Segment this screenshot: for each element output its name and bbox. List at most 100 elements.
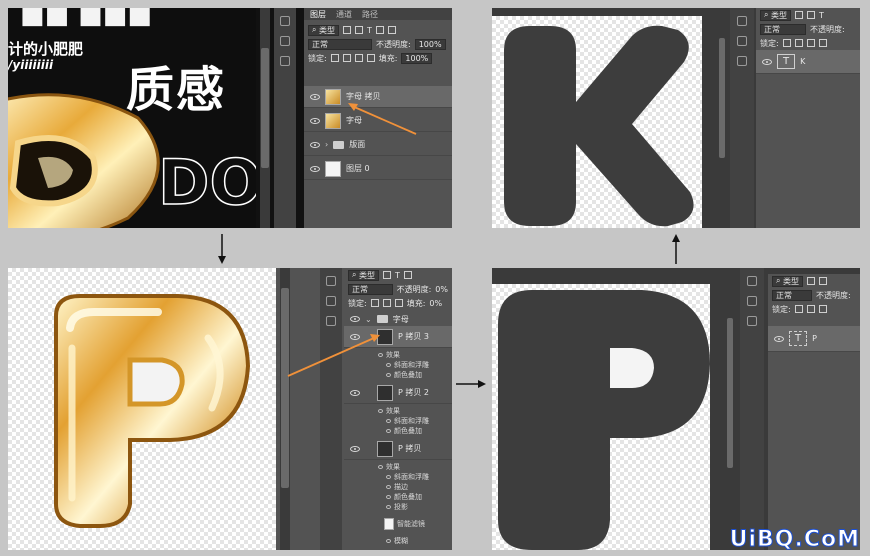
lock-transparent-icon[interactable]	[370, 299, 379, 307]
lock-all-icon[interactable]	[366, 54, 375, 62]
canvas-gold-p[interactable]	[8, 268, 276, 550]
filter-text-icon[interactable]: T	[395, 271, 400, 280]
chevron-right-icon[interactable]: ›	[325, 140, 328, 149]
layer-row[interactable]: P 拷贝 3	[344, 326, 452, 348]
tab-channels[interactable]: 通道	[336, 9, 352, 20]
lock-all-icon[interactable]	[394, 299, 403, 307]
canvas-scrollbar[interactable]	[726, 268, 734, 550]
sliders-icon[interactable]	[747, 316, 757, 326]
filter-adjust-icon[interactable]	[807, 11, 816, 19]
effect-item[interactable]: 描边	[386, 482, 408, 492]
effect-item[interactable]: 模糊	[386, 536, 408, 546]
visibility-eye-icon[interactable]	[350, 316, 360, 322]
filter-adjust-icon[interactable]	[355, 26, 364, 34]
lock-brush-icon[interactable]	[806, 305, 815, 313]
filter-pixel-icon[interactable]	[807, 277, 816, 285]
layer-row[interactable]: 图层 0	[304, 158, 452, 180]
filter-adjust-icon[interactable]	[819, 277, 828, 285]
effect-item[interactable]: 投影	[386, 502, 408, 512]
effect-item[interactable]: 斜面和浮雕	[386, 416, 429, 426]
paragraph-icon[interactable]	[280, 36, 290, 46]
filter-kind-select[interactable]: ⌕ 类型	[308, 24, 340, 36]
lock-label: 锁定:	[348, 298, 367, 308]
filter-text-icon[interactable]: T	[819, 11, 824, 20]
blend-mode-select[interactable]: 正常	[348, 283, 393, 295]
canvas-scrollbar[interactable]	[280, 268, 290, 550]
adjust-icon[interactable]	[747, 276, 757, 286]
effect-item[interactable]: 颜色叠加	[386, 492, 422, 502]
smart-filter-row[interactable]: 智能滤镜	[384, 518, 425, 530]
fill-field[interactable]: 100%	[401, 52, 433, 64]
layer-row[interactable]: › 版面	[304, 134, 452, 156]
paragraph-icon[interactable]	[326, 296, 336, 306]
blend-mode-select[interactable]: 正常	[772, 289, 812, 301]
layer-row[interactable]: T K	[756, 50, 860, 74]
opacity-field[interactable]: 0%	[435, 285, 448, 294]
layer-name: 字母	[346, 116, 362, 125]
lock-all-icon[interactable]	[818, 39, 827, 47]
blend-mode-select[interactable]: 正常	[760, 23, 806, 35]
layer-row[interactable]: 字母	[304, 110, 452, 132]
filter-pixel-icon[interactable]	[343, 26, 352, 34]
canvas-scrollbar[interactable]	[260, 8, 270, 228]
opacity-field[interactable]: 100%	[414, 38, 446, 50]
lock-brush-icon[interactable]	[342, 54, 351, 62]
group-row[interactable]: ⌄ 字母	[344, 312, 452, 326]
visibility-eye-icon[interactable]	[774, 335, 784, 342]
visibility-eye-icon[interactable]	[310, 141, 320, 148]
filter-kind-select[interactable]: ⌕ 类型	[348, 269, 380, 281]
filter-pixel-icon[interactable]	[383, 271, 392, 279]
adjust-icon[interactable]	[280, 16, 290, 26]
lock-transparent-icon[interactable]	[330, 54, 339, 62]
lock-transparent-icon[interactable]	[782, 39, 791, 47]
lock-move-icon[interactable]	[818, 305, 827, 313]
tab-layers[interactable]: 图层	[310, 9, 326, 20]
filter-pixel-icon[interactable]	[795, 11, 804, 19]
visibility-eye-icon[interactable]	[310, 93, 320, 100]
layer-row[interactable]: P 拷贝 2	[344, 382, 452, 404]
visibility-eye-icon[interactable]	[310, 117, 320, 124]
tool-strip	[274, 8, 296, 228]
filter-smart-icon[interactable]	[387, 26, 396, 34]
canvas-dark-p[interactable]	[492, 284, 710, 550]
layer-row[interactable]: P 拷贝	[344, 438, 452, 460]
layer-row[interactable]: 字母 拷贝	[304, 86, 452, 108]
paragraph-icon[interactable]	[747, 296, 757, 306]
layer-row[interactable]: T P	[768, 326, 860, 352]
lock-transparent-icon[interactable]	[794, 305, 803, 313]
effect-item[interactable]: 颜色叠加	[386, 370, 422, 380]
sliders-icon[interactable]	[326, 316, 336, 326]
effect-item[interactable]: 斜面和浮雕	[386, 360, 429, 370]
blend-mode-select[interactable]: 正常	[308, 38, 372, 50]
lock-move-icon[interactable]	[806, 39, 815, 47]
filter-shape-icon[interactable]	[375, 26, 384, 34]
lock-move-icon[interactable]	[354, 54, 363, 62]
lock-brush-icon[interactable]	[794, 39, 803, 47]
filter-kind-select[interactable]: ⌕ 类型	[760, 9, 792, 21]
lock-move-icon[interactable]	[382, 299, 391, 307]
canvas-poster[interactable]: ■■ ■■■ 计的小肥肥 /yiiiiiiii 质感 DO	[8, 8, 256, 228]
sliders-icon[interactable]	[737, 56, 747, 66]
filter-text-icon[interactable]: T	[367, 26, 372, 35]
sliders-icon[interactable]	[280, 56, 290, 66]
tab-paths[interactable]: 路径	[362, 9, 378, 20]
visibility-eye-icon[interactable]	[310, 165, 320, 172]
effects-header[interactable]: 效果	[378, 350, 400, 360]
visibility-eye-icon[interactable]	[350, 445, 360, 452]
effects-header[interactable]: 效果	[378, 462, 400, 472]
adjust-icon[interactable]	[737, 16, 747, 26]
visibility-eye-icon[interactable]	[350, 333, 360, 340]
canvas-dark-k[interactable]	[492, 16, 702, 228]
effect-item[interactable]: 颜色叠加	[386, 426, 422, 436]
adjust-icon[interactable]	[326, 276, 336, 286]
effect-item[interactable]: 斜面和浮雕	[386, 472, 429, 482]
effects-header[interactable]: 效果	[378, 406, 400, 416]
canvas-scrollbar[interactable]	[718, 8, 726, 228]
chevron-down-icon[interactable]: ⌄	[365, 315, 372, 324]
visibility-eye-icon[interactable]	[350, 389, 360, 396]
visibility-eye-icon[interactable]	[762, 58, 772, 65]
filter-kind-select[interactable]: ⌕ 类型	[772, 275, 804, 287]
filter-shape-icon[interactable]	[403, 271, 412, 279]
paragraph-icon[interactable]	[737, 36, 747, 46]
fill-field[interactable]: 0%	[429, 299, 442, 308]
